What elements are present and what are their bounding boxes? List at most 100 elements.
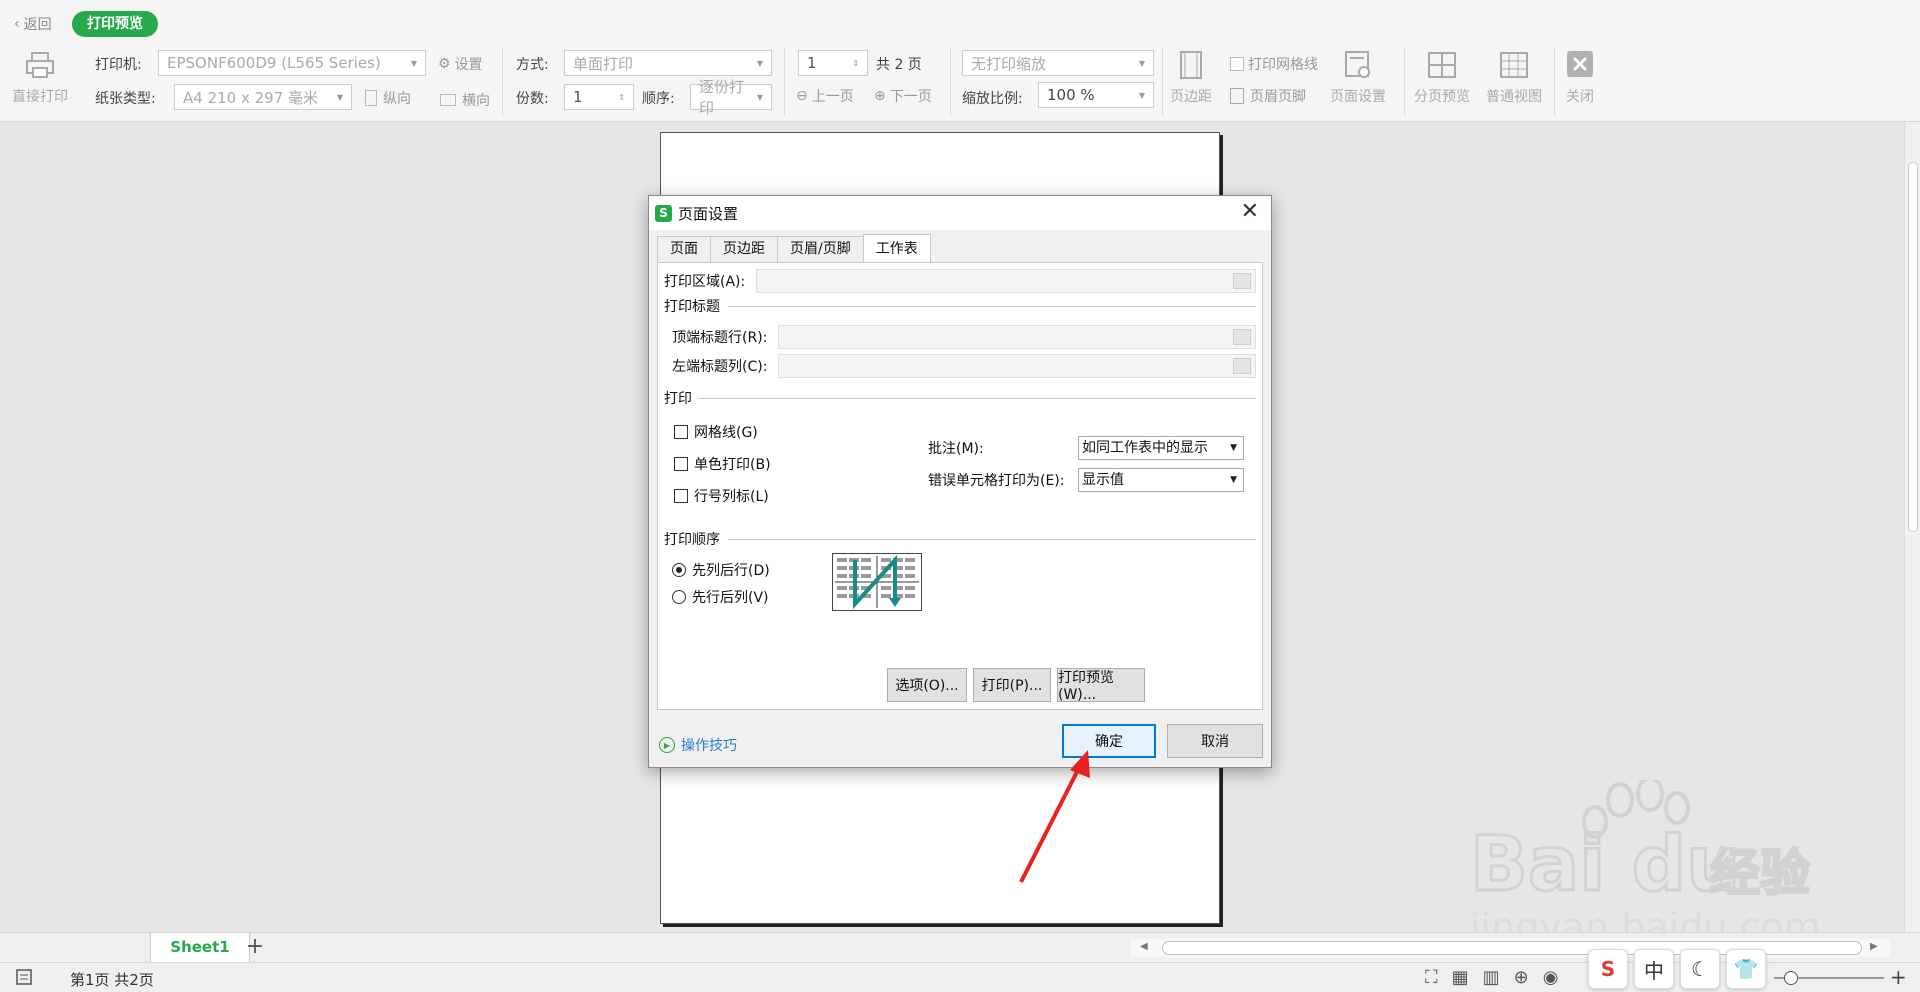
checkbox-icon — [674, 489, 688, 503]
watermark-suffix: 经验 — [1710, 844, 1810, 902]
chevron-down-icon: ▼ — [1230, 443, 1237, 453]
ok-button[interactable]: 确定 — [1062, 724, 1156, 758]
close-icon[interactable]: ✕ — [1241, 201, 1259, 223]
print-order-preview — [832, 553, 922, 611]
landscape-button[interactable]: 横向 — [440, 90, 490, 110]
arrow-left-circle-icon: ⊖ — [796, 88, 808, 104]
prev-page-button[interactable]: ⊖ 上一页 — [796, 86, 854, 106]
sheet-tab-panel: 打印区域(A): 打印标题 顶端标题行(R): 左端标题列(C): 打印 网格线… — [657, 262, 1263, 710]
paper-type-select[interactable]: A4 210 x 297 毫米 ▼ — [174, 84, 352, 110]
cancel-button[interactable]: 取消 — [1167, 724, 1263, 758]
sogou-ime-icon[interactable]: S — [1588, 949, 1628, 989]
tab-margins[interactable]: 页边距 — [710, 236, 778, 262]
top-rows-input[interactable] — [778, 325, 1256, 349]
range-picker-icon[interactable] — [1233, 329, 1251, 345]
chevron-down-icon: ▼ — [756, 58, 763, 68]
margins-button[interactable]: 页边距 — [1170, 50, 1212, 106]
header-footer-button[interactable]: 页眉页脚 — [1230, 86, 1306, 106]
copies-label: 份数: — [516, 91, 549, 107]
reading-view-icon[interactable]: ▥ — [1483, 967, 1500, 988]
tips-link[interactable]: ▶ 操作技巧 — [659, 735, 737, 755]
arrow-right-circle-icon: ⊕ — [874, 88, 886, 104]
center-icon[interactable]: ⊕ — [1514, 967, 1529, 988]
moon-icon[interactable]: ☾ — [1680, 949, 1720, 989]
eye-icon[interactable]: ◉ — [1543, 967, 1559, 988]
zoom-slider[interactable] — [1774, 971, 1884, 985]
scroll-right-icon[interactable]: ▶ — [1870, 941, 1878, 952]
sheet-tab-bar: Sheet1 + ◀ ▶ — [0, 932, 1920, 963]
print-scaling-select[interactable]: 无打印缩放 ▼ — [962, 50, 1154, 76]
total-pages: 共 2 页 — [876, 57, 922, 73]
page-break-icon — [1428, 52, 1456, 78]
page-setup-dialog: S 页面设置 ✕ 页面 页边距 页眉/页脚 工作表 打印区域(A): 打印标题 … — [648, 195, 1272, 768]
horizontal-scrollbar[interactable]: ◀ ▶ — [1130, 939, 1890, 957]
ime-chinese-mode[interactable]: 中 — [1634, 949, 1674, 989]
print-button[interactable]: 打印(P)... — [973, 668, 1051, 702]
landscape-icon — [440, 94, 456, 106]
print-area-input[interactable] — [756, 269, 1256, 293]
comments-label: 批注(M): — [928, 441, 984, 457]
back-button[interactable]: ‹ 返回 — [14, 14, 52, 34]
stepper-arrows-icon: ⇕ — [852, 58, 859, 68]
print-area-label: 打印区域(A): — [664, 274, 746, 290]
vertical-scroll-thumb[interactable] — [1908, 162, 1918, 532]
zoom-select[interactable]: 100 % ▼ — [1038, 82, 1154, 108]
close-preview-button[interactable]: 关闭 — [1564, 50, 1596, 106]
sheet-tab-sheet1[interactable]: Sheet1 — [150, 933, 250, 963]
tab-page[interactable]: 页面 — [657, 236, 711, 262]
close-icon — [1567, 51, 1593, 77]
range-picker-icon[interactable] — [1233, 273, 1251, 289]
grid-view-icon[interactable]: ▦ — [1452, 967, 1469, 988]
print-mode-select[interactable]: 单面打印 ▼ — [564, 50, 772, 76]
error-cells-select[interactable]: 显示值 ▼ — [1078, 468, 1244, 492]
options-button[interactable]: 选项(O)... — [887, 668, 967, 702]
printer-settings-button[interactable]: ⚙ 设置 — [438, 54, 483, 74]
header-footer-icon — [1230, 88, 1244, 104]
zoom-in-icon[interactable]: + — [1890, 965, 1907, 989]
down-then-over-radio[interactable]: 先列后行(D) — [672, 559, 770, 581]
wps-logo-icon: S — [655, 204, 672, 222]
fullscreen-icon[interactable]: ⛶ — [1425, 967, 1438, 988]
left-cols-label: 左端标题列(C): — [672, 359, 768, 375]
comments-select[interactable]: 如同工作表中的显示 ▼ — [1078, 436, 1244, 460]
print-preview-button[interactable]: 打印预览(W)... — [1057, 668, 1145, 703]
printer-select[interactable]: EPSONF600D9 (L565 Series) ▼ — [158, 50, 426, 76]
tab-sheet[interactable]: 工作表 — [862, 234, 931, 262]
vertical-scrollbar[interactable] — [1904, 122, 1920, 932]
printer-label: 打印机: — [95, 57, 142, 73]
portrait-button[interactable]: 纵向 — [365, 88, 411, 108]
tab-header-footer[interactable]: 页眉/页脚 — [777, 236, 864, 262]
grid-icon — [1500, 52, 1528, 78]
chevron-down-icon: ▼ — [1138, 58, 1145, 68]
toolbar-divider — [950, 48, 951, 116]
over-then-down-radio[interactable]: 先行后列(V) — [672, 586, 769, 608]
toolbar-divider — [784, 48, 785, 116]
print-preview-tab[interactable]: 打印预览 — [72, 11, 158, 37]
toolbar-divider — [1554, 48, 1555, 116]
baidu-jingyan-watermark: Bai du 经验 jingyan.baidu.com — [1470, 780, 1821, 949]
direct-print-button[interactable]: 直接打印 — [12, 50, 68, 106]
zoom-slider-knob[interactable] — [1784, 971, 1798, 985]
gridlines-checkbox[interactable]: 网格线(G) — [674, 421, 758, 443]
row-col-headers-checkbox[interactable]: 行号列标(L) — [674, 485, 769, 507]
copies-stepper[interactable]: 1 ⇕ — [564, 84, 634, 110]
printer-icon — [26, 52, 54, 78]
portrait-icon — [365, 90, 377, 106]
page-number-stepper[interactable]: 1 ⇕ — [798, 50, 868, 76]
play-circle-icon: ▶ — [659, 737, 675, 753]
print-gridlines-checkbox[interactable]: 打印网格线 — [1230, 54, 1318, 74]
range-picker-icon[interactable] — [1233, 358, 1251, 374]
sheet-status-icon — [16, 969, 32, 985]
normal-view-button[interactable]: 普通视图 — [1486, 50, 1542, 106]
status-bar: 第1页 共2页 ⛶ ▦ ▥ ⊕ ◉ S 中 ☾ 👕 + — [0, 949, 1920, 992]
collate-select[interactable]: 逐份打印 ▼ — [690, 78, 772, 117]
mono-print-checkbox[interactable]: 单色打印(B) — [674, 453, 771, 475]
left-cols-input[interactable] — [778, 354, 1256, 378]
next-page-button[interactable]: ⊕ 下一页 — [874, 86, 932, 106]
add-sheet-button[interactable]: + — [244, 935, 266, 961]
page-setup-button[interactable]: 页面设置 — [1330, 50, 1386, 106]
page-break-preview-button[interactable]: 分页预览 — [1414, 50, 1470, 106]
scroll-left-icon[interactable]: ◀ — [1140, 941, 1148, 952]
shirt-icon[interactable]: 👕 — [1726, 949, 1766, 989]
dialog-titlebar[interactable]: S 页面设置 ✕ — [649, 196, 1271, 230]
